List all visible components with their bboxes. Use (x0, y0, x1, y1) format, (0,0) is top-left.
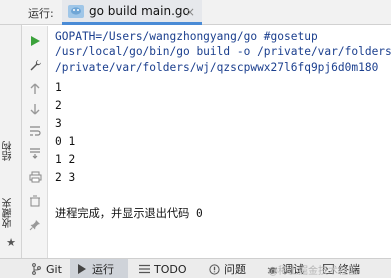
close-icon[interactable]: × (185, 5, 195, 19)
git-tab-label: Git (46, 262, 62, 276)
console-line: GOPATH=/Users/wangzhongyang/go #gosetup (55, 30, 318, 43)
console-line: 2 3 (55, 171, 76, 184)
git-tab[interactable]: Git (30, 259, 62, 278)
rerun-icon[interactable] (26, 32, 44, 50)
git-branch-icon (30, 263, 42, 275)
tab-label: go build main.go (89, 4, 190, 18)
star-icon[interactable]: ★ (5, 237, 17, 249)
problems-icon (208, 263, 220, 275)
todo-tab-label: TODO (154, 262, 187, 276)
console-output[interactable]: GOPATH=/Users/wangzhongyang/go #gosetup … (50, 26, 391, 258)
left-tool-strip: 结构 收藏夹 ★ (0, 0, 22, 258)
console-line: 1 (55, 81, 62, 94)
structure-tab[interactable]: 结构 (3, 137, 19, 165)
scroll-to-end-icon[interactable] (26, 144, 44, 162)
list-icon (138, 263, 150, 275)
run-toolbar (22, 26, 48, 258)
tab-go-build-main[interactable]: go build main.go × (62, 0, 202, 25)
console-line: 0 1 (55, 135, 76, 148)
console-line: 1 2 (55, 153, 76, 166)
run-tab-label: 运行 (92, 263, 114, 276)
down-arrow-icon[interactable] (26, 100, 44, 118)
problems-tab-label: 问题 (224, 263, 246, 276)
console-line: 3 (55, 117, 62, 130)
run-tab[interactable]: 运行 (70, 259, 128, 278)
bottom-tool-window-bar: Git 运行 TODO 问题 调试 终端 @稀土掘金技术社区 (0, 258, 391, 278)
run-tab-bar: 运行: go build main.go × (0, 0, 391, 25)
watermark: @稀土掘金技术社区 (268, 266, 358, 277)
todo-tab[interactable]: TODO (138, 259, 187, 278)
console-line: 2 (55, 99, 62, 112)
console-line: /private/var/folders/wj/qzscpwwx27l6fq9p… (55, 61, 379, 74)
print-icon[interactable] (26, 168, 44, 186)
up-arrow-icon[interactable] (26, 80, 44, 98)
console-line: /usr/local/go/bin/go build -o /private/v… (55, 45, 391, 58)
exit-code-message: 进程完成，并显示退出代码 0 (55, 207, 203, 220)
soft-wrap-icon[interactable] (26, 122, 44, 140)
pin-icon[interactable] (26, 216, 44, 234)
favorites-tab[interactable]: 收藏夹 (3, 193, 19, 233)
run-window-label: 运行: (28, 7, 54, 20)
problems-tab[interactable]: 问题 (208, 259, 246, 278)
play-icon (76, 263, 88, 275)
clear-all-icon[interactable] (26, 192, 44, 210)
go-file-icon (68, 4, 84, 18)
wrench-icon[interactable] (26, 56, 44, 74)
